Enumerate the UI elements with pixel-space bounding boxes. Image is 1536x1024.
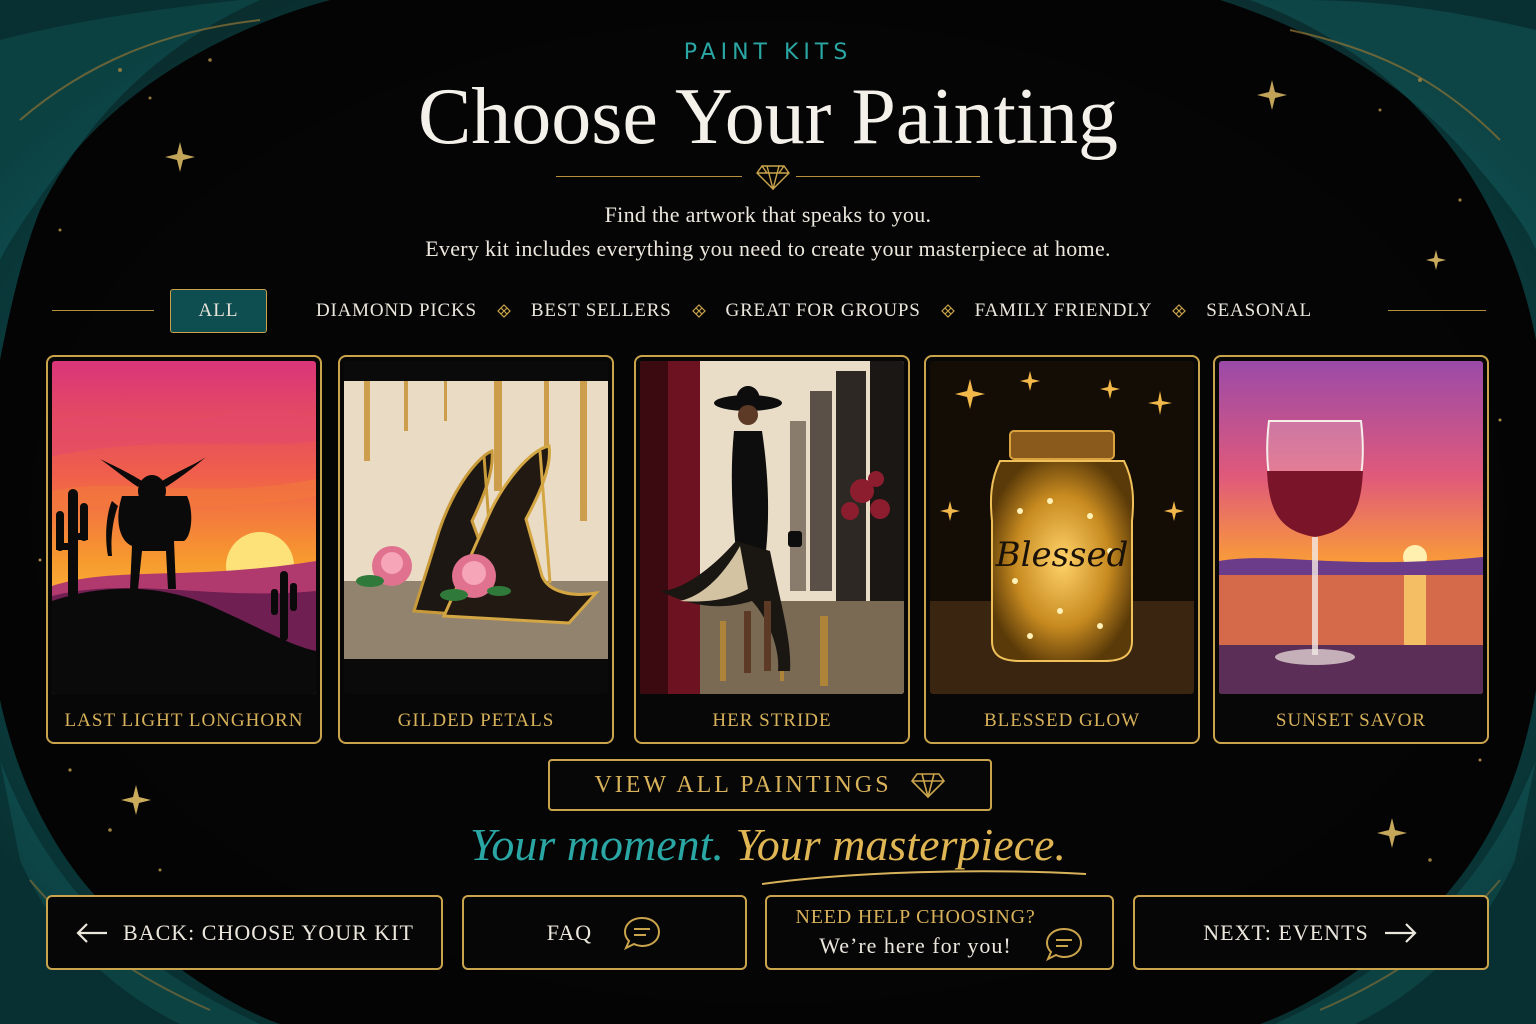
next-events-button[interactable]: NEXT: EVENTS	[1133, 895, 1489, 970]
painting-title: GILDED PETALS	[397, 710, 555, 731]
painting-image-heels	[344, 361, 608, 694]
diamond-icon	[691, 304, 706, 318]
painting-image-jar: Blessed	[930, 361, 1194, 694]
filter-divider-right	[1388, 310, 1486, 311]
tagline-underline	[761, 870, 1087, 885]
filter-great-for-groups[interactable]: GREAT FOR GROUPS	[726, 300, 921, 322]
filter-bar: ALL DIAMOND PICKS BEST SELLERS GREAT FOR…	[170, 289, 1312, 333]
tagline-part-1: Your moment.	[470, 819, 724, 870]
arrow-left-icon	[76, 922, 108, 943]
jar-lettering: Blessed	[995, 535, 1129, 575]
painting-card-last-light-longhorn[interactable]: LAST LIGHT LONGHORN	[46, 355, 322, 744]
diamond-icon	[910, 773, 945, 798]
painting-title: SUNSET SAVOR	[1275, 710, 1427, 731]
chat-bubble-icon	[1045, 927, 1082, 961]
faq-label: FAQ	[546, 919, 593, 945]
page-title: Choose Your Painting	[417, 73, 1119, 161]
help-title: NEED HELP CHOOSING?	[795, 906, 1036, 928]
title-divider-left	[556, 176, 742, 177]
diamond-icon	[756, 165, 790, 190]
diamond-icon	[940, 304, 955, 318]
view-all-label: VIEW ALL PAINTINGS	[594, 771, 892, 798]
filter-seasonal[interactable]: SEASONAL	[1206, 300, 1312, 322]
painting-title: HER STRIDE	[712, 710, 832, 731]
chat-bubble-icon	[624, 916, 661, 950]
subtitle-line-2: Every kit includes everything you need t…	[425, 236, 1111, 261]
painting-image-woman	[640, 361, 904, 694]
need-help-button[interactable]: NEED HELP CHOOSING? We’re here for you!	[765, 895, 1114, 970]
faq-button[interactable]: FAQ	[462, 895, 747, 970]
painting-title: BLESSED GLOW	[983, 710, 1141, 731]
painting-title: LAST LIGHT LONGHORN	[64, 710, 304, 731]
title-divider-right	[796, 176, 980, 177]
painting-card-sunset-savor[interactable]: SUNSET SAVOR	[1213, 355, 1489, 744]
arrow-right-icon	[1384, 922, 1417, 943]
painting-card-blessed-glow[interactable]: Blessed BLESSED GLOW	[924, 355, 1200, 744]
tagline-part-2: Your masterpiece.	[735, 819, 1066, 870]
painting-image-longhorn	[52, 361, 316, 694]
back-label: BACK: CHOOSE YOUR KIT	[123, 919, 414, 945]
filter-family-friendly[interactable]: FAMILY FRIENDLY	[975, 300, 1153, 322]
filter-diamond-picks[interactable]: DIAMOND PICKS	[316, 300, 477, 322]
diamond-icon	[496, 304, 511, 318]
painting-image-wine	[1219, 361, 1483, 694]
painting-card-gilded-petals[interactable]: GILDED PETALS	[338, 355, 614, 744]
next-label: NEXT: EVENTS	[1203, 919, 1369, 945]
back-choose-kit-button[interactable]: BACK: CHOOSE YOUR KIT	[46, 895, 443, 970]
filter-divider-left	[52, 310, 154, 311]
filter-all[interactable]: ALL	[170, 289, 267, 333]
help-subtitle: We’re here for you!	[819, 933, 1012, 958]
diamond-icon	[1172, 304, 1187, 318]
filter-best-sellers[interactable]: BEST SELLERS	[531, 300, 672, 322]
painting-card-her-stride[interactable]: HER STRIDE	[634, 355, 910, 744]
subtitle-line-1: Find the artwork that speaks to you.	[604, 202, 932, 227]
page-eyebrow: PAINT KITS	[683, 40, 853, 65]
view-all-paintings-button[interactable]: VIEW ALL PAINTINGS	[548, 759, 992, 811]
